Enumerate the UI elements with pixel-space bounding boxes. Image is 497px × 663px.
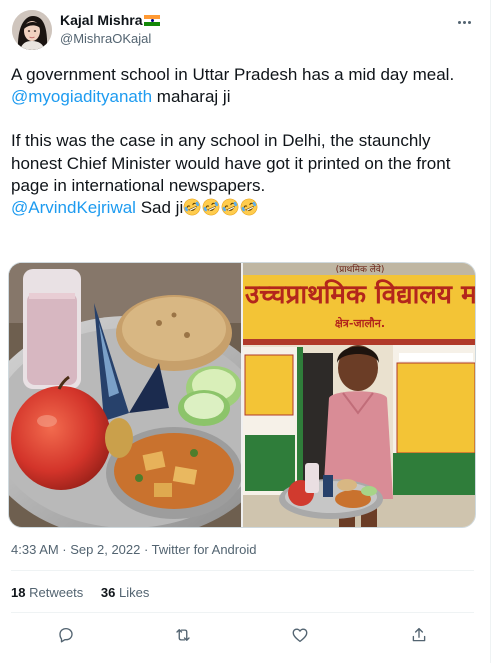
tweet-line-1: A government school in Uttar Pradesh has… <box>11 65 455 84</box>
tweet-line-2: @myogiadityanath maharaj ji <box>11 86 481 108</box>
india-flag-icon <box>144 15 161 26</box>
tweet-stats: 18 Retweets 36 Likes <box>11 584 163 602</box>
rolling-on-floor-laughing-emoji <box>240 198 258 216</box>
mention-myogiadityanath[interactable]: @myogiadityanath <box>11 87 152 106</box>
tweet-paragraph-2: If this was the case in any school in De… <box>11 131 451 195</box>
author-names: Kajal Mishra @MishraOKajal <box>60 11 161 47</box>
retweet-icon[interactable] <box>172 624 194 646</box>
school-sign-top-text: (प्राथमिक लेवे) <box>335 265 385 275</box>
more-options-icon[interactable] <box>452 12 476 32</box>
tweet-line-last: @ArvindKejriwal Sad ji <box>11 197 481 219</box>
avatar[interactable] <box>12 10 52 50</box>
likes-label: Likes <box>119 585 150 600</box>
retweets-count: 18 <box>11 585 26 600</box>
likes-stat[interactable]: 36 Likes <box>101 584 149 602</box>
school-sign-main-text: उच्चप्राथमिक विद्यालय मलकु <box>245 280 476 310</box>
mention-arvindkejriwal[interactable]: @ArvindKejriwal <box>11 198 136 217</box>
avatar-image <box>12 10 52 50</box>
emoji-group <box>183 198 259 217</box>
share-icon[interactable] <box>408 624 430 646</box>
author-handle[interactable]: @MishraOKajal <box>60 30 160 47</box>
tweet-header: Kajal Mishra @MishraOKajal <box>12 10 478 56</box>
rolling-on-floor-laughing-emoji <box>183 198 201 216</box>
school-sign-sub-text: क्षेत्र-जालौन. <box>334 317 386 330</box>
rolling-on-floor-laughing-emoji <box>221 198 239 216</box>
tweet-media[interactable]: (प्राथमिक लेवे) उच्चप्राथमिक विद्यालय मल… <box>8 262 476 528</box>
tweet-card: Kajal Mishra @MishraOKajal A government … <box>0 0 491 663</box>
likes-count: 36 <box>100 585 116 600</box>
like-heart-icon[interactable] <box>289 624 311 646</box>
food-thali-photo[interactable] <box>9 263 241 527</box>
divider <box>11 570 474 571</box>
tweet-text-segment: maharaj ji <box>152 87 231 107</box>
author-display-name[interactable]: Kajal Mishra <box>60 11 142 30</box>
retweets-stat[interactable]: 18 Retweets <box>11 584 83 602</box>
tweet-text: A government school in Uttar Pradesh has… <box>11 64 481 219</box>
reply-icon[interactable] <box>55 624 77 646</box>
retweets-label: Retweets <box>29 585 84 600</box>
divider <box>11 612 474 613</box>
tweet-actions <box>0 620 491 650</box>
tweet-timestamp[interactable]: 4:33 AM · Sep 2, 2022 · Twitter for Andr… <box>11 542 256 558</box>
tweet-text-segment: Sad ji <box>135 198 184 218</box>
rolling-on-floor-laughing-emoji <box>202 198 220 216</box>
schoolgirl-holding-plate-photo[interactable]: (प्राथमिक लेवे) उच्चप्राथमिक विद्यालय मल… <box>243 263 476 527</box>
